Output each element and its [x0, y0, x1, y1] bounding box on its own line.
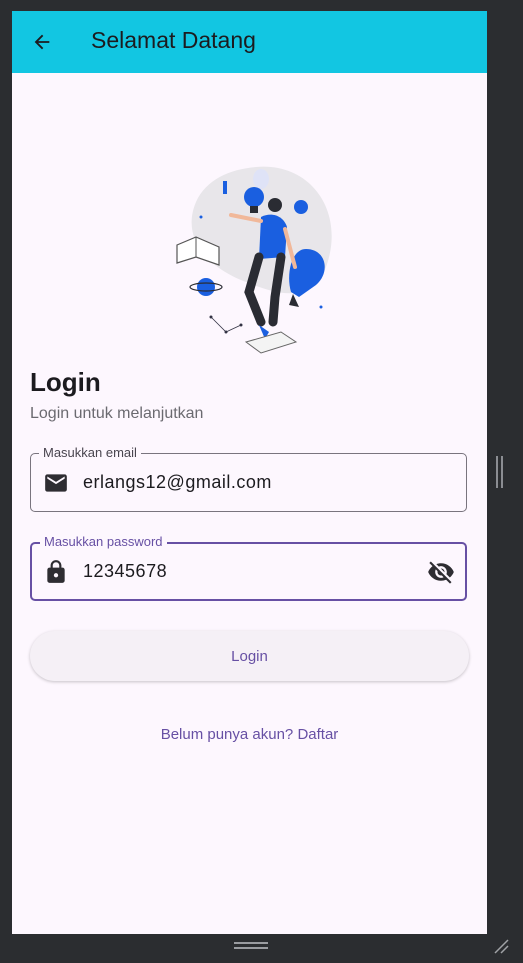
vertical-resize-handle[interactable] [496, 456, 504, 488]
email-value: erlangs12@gmail.com [83, 472, 272, 492]
mail-icon [45, 474, 67, 492]
login-heading: Login [30, 367, 101, 397]
visibility-off-icon[interactable] [427, 558, 455, 586]
email-field-label: Masukkan email [39, 445, 141, 461]
register-link[interactable]: Belum punya akun? Daftar [12, 726, 487, 743]
app-bar-title: Selamat Datang [91, 27, 256, 53]
login-illustration [176, 166, 332, 354]
password-field-label: Masukkan password [40, 534, 167, 550]
horizontal-resize-handle[interactable] [234, 941, 268, 951]
lock-icon [47, 560, 65, 583]
password-value: 12345678 [83, 561, 168, 581]
login-button[interactable]: Login [30, 631, 469, 681]
password-field[interactable]: Masukkan password 12345678 [30, 534, 467, 601]
login-subtitle: Login untuk melanjutkan [30, 405, 204, 422]
resize-grip-icon[interactable] [492, 937, 510, 955]
email-field[interactable]: Masukkan email erlangs12@gmail.com [30, 445, 467, 512]
back-button[interactable] [28, 28, 56, 56]
app-bar: Selamat Datang [12, 11, 487, 73]
phone-screen: Selamat Datang Login Login untuk melanju… [12, 11, 487, 934]
arrow-back-icon [34, 34, 50, 50]
